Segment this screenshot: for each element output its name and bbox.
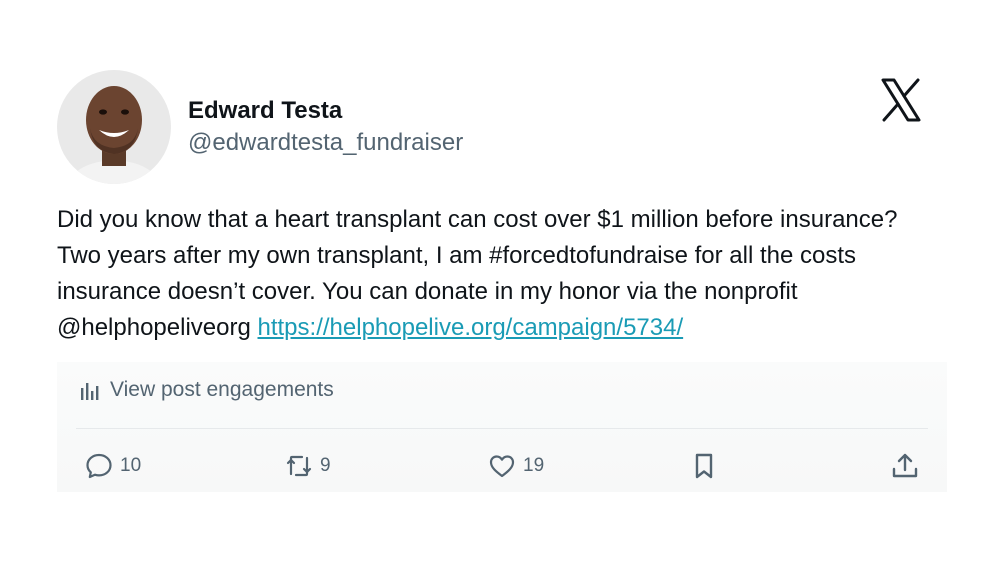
author-handle[interactable]: @edwardtesta_fundraiser	[188, 128, 463, 158]
reply-count: 10	[120, 455, 142, 476]
author-display-name[interactable]: Edward Testa	[188, 96, 342, 126]
repost-button[interactable]: 9	[284, 450, 331, 482]
avatar[interactable]	[57, 70, 171, 184]
heart-icon	[489, 455, 515, 478]
like-button[interactable]: 19	[487, 450, 544, 482]
repost-count: 9	[320, 455, 331, 476]
share-button[interactable]	[890, 450, 920, 482]
divider	[76, 428, 928, 429]
view-engagements-button[interactable]: View post engagements	[79, 376, 334, 404]
share-icon	[892, 453, 918, 478]
view-engagements-label: View post engagements	[110, 378, 334, 401]
x-logo-icon[interactable]	[879, 78, 923, 122]
bar-chart-icon	[81, 383, 99, 400]
bookmark-icon	[695, 453, 713, 479]
like-count: 19	[523, 455, 545, 476]
bookmark-button[interactable]	[689, 450, 719, 482]
tweet-text: Did you know that a heart transplant can…	[57, 202, 947, 346]
reply-icon	[86, 453, 112, 479]
tweet-link[interactable]: https://helphopelive.org/campaign/5734/	[258, 314, 684, 341]
reply-button[interactable]: 10	[84, 450, 141, 482]
repost-icon	[286, 455, 312, 477]
